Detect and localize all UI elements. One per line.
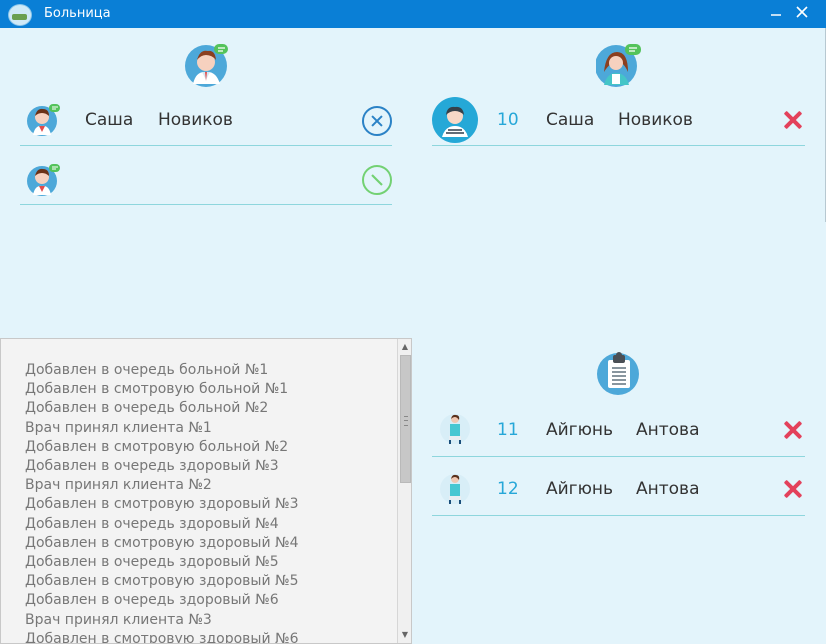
queue-row-divider bbox=[432, 456, 805, 457]
doctor-header-icon bbox=[184, 42, 228, 87]
doctor-avatar bbox=[27, 103, 60, 136]
empty-slot-action-button[interactable] bbox=[362, 165, 392, 195]
reception-number: 10 bbox=[497, 110, 519, 130]
delete-reception-button[interactable] bbox=[782, 109, 804, 131]
event-log[interactable]: Добавлен в очередь больной №1 Добавлен в… bbox=[0, 338, 412, 644]
reception-row-divider bbox=[432, 145, 805, 146]
log-entry: Добавлен в смотровую здоровый №5 bbox=[25, 573, 299, 590]
queue-last-name: Антова bbox=[636, 479, 700, 499]
queue-number: 11 bbox=[497, 420, 519, 440]
nurse-header-icon bbox=[595, 42, 642, 88]
window-titlebar: Больница bbox=[0, 0, 826, 28]
delete-queue-row-2-button[interactable] bbox=[782, 478, 804, 500]
doctor-avatar-empty-slot bbox=[27, 163, 60, 196]
delete-queue-row-1-button[interactable] bbox=[782, 419, 804, 441]
scroll-down-icon[interactable]: ▼ bbox=[401, 631, 409, 639]
queue-last-name: Антова bbox=[636, 420, 700, 440]
log-entry: Добавлен в смотровую здоровый №6 bbox=[25, 630, 299, 644]
scroll-grip-icon bbox=[404, 416, 408, 426]
minimize-button[interactable] bbox=[764, 4, 788, 24]
log-entry: Добавлен в очередь здоровый №3 bbox=[25, 458, 279, 475]
log-entry: Добавлен в очередь здоровый №4 bbox=[25, 515, 279, 532]
log-entry: Добавлен в смотровую больной №2 bbox=[25, 438, 289, 455]
reception-first-name: Саша bbox=[546, 110, 595, 130]
scroll-thumb[interactable] bbox=[400, 355, 411, 483]
log-scrollbar[interactable]: ▲ ▼ bbox=[397, 339, 411, 643]
doctor-action-button[interactable] bbox=[362, 106, 392, 136]
queue-first-name: Айгюнь bbox=[546, 479, 614, 499]
minimize-icon bbox=[771, 14, 781, 16]
log-entry: Врач принял клиента №2 bbox=[25, 477, 212, 494]
log-entry: Добавлен в смотровую здоровый №4 bbox=[25, 534, 299, 551]
woman-avatar-icon bbox=[440, 411, 470, 444]
doctor-last-name: Новиков bbox=[158, 110, 233, 130]
doctor-row-divider bbox=[20, 145, 392, 146]
log-entry: Добавлен в очередь больной №2 bbox=[25, 400, 269, 417]
log-entry: Врач принял клиента №3 bbox=[25, 611, 212, 628]
clipboard-header-icon bbox=[596, 350, 640, 395]
queue-number: 12 bbox=[497, 479, 519, 499]
log-entry: Добавлен в смотровую здоровый №3 bbox=[25, 496, 299, 513]
woman-avatar-icon bbox=[440, 471, 470, 504]
reception-last-name: Новиков bbox=[618, 110, 693, 130]
log-entry: Добавлен в очередь здоровый №5 bbox=[25, 554, 279, 571]
log-entry: Добавлен в очередь больной №1 bbox=[25, 362, 269, 378]
log-entry: Врач принял клиента №1 bbox=[25, 419, 212, 436]
event-log-list: Добавлен в очередь больной №1 Добавлен в… bbox=[25, 361, 385, 644]
scroll-up-icon[interactable]: ▲ bbox=[401, 343, 409, 351]
close-button[interactable] bbox=[790, 4, 814, 24]
close-icon bbox=[796, 6, 808, 18]
queue-first-name: Айгюнь bbox=[546, 420, 614, 440]
queue-row-divider bbox=[432, 515, 805, 516]
hospital-app-icon bbox=[8, 4, 32, 26]
doctor-empty-row-divider bbox=[20, 204, 392, 205]
log-entry: Добавлен в смотровую больной №1 bbox=[25, 381, 289, 398]
window-title: Больница bbox=[44, 6, 111, 21]
patient-avatar-icon bbox=[432, 97, 478, 143]
log-entry: Добавлен в очередь здоровый №6 bbox=[25, 592, 279, 609]
doctor-first-name: Саша bbox=[85, 110, 134, 130]
